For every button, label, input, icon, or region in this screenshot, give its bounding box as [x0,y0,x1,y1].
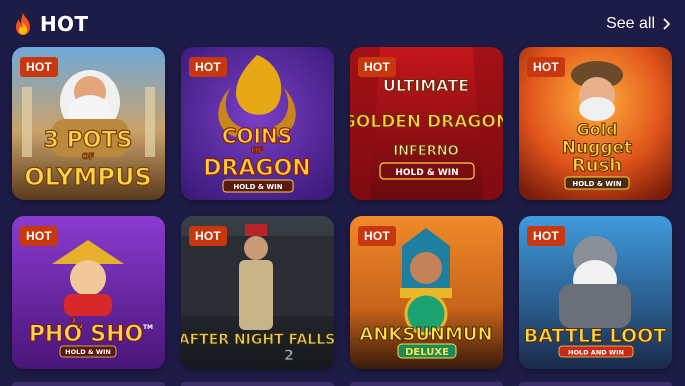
svg-text:DRAGON: DRAGON [203,156,310,181]
hot-badge: HOT [20,226,58,246]
game-title: PHỞ SHO TM [28,319,153,348]
fire-icon [16,13,30,35]
svg-text:Rush: Rush [572,155,622,176]
game-card-3-pots-of-olympus[interactable]: 3 POTS OF OLYMPUS HOT [12,47,165,200]
partial-card [350,382,503,386]
game-card-battle-loot[interactable]: BATTLE LOOT HOLD AND WIN HOT [519,216,672,369]
svg-text:GOLDEN DRAGON: GOLDEN DRAGON [350,112,503,132]
game-tag: HOLD & WIN [233,183,282,191]
svg-text:2: 2 [284,348,294,364]
game-card-pho-sho[interactable]: PHỞ SHO TM HOLD & WIN HOT [12,216,165,369]
game-card-coins-of-dragon[interactable]: COINS OF DRAGON HOLD & WIN HOT [181,47,334,200]
partial-card [12,382,165,386]
svg-text:3 POTS: 3 POTS [44,128,133,153]
svg-text:COINS: COINS [222,124,292,148]
svg-text:AFTER NIGHT FALLS: AFTER NIGHT FALLS [181,332,334,348]
hot-badge: HOT [527,226,565,246]
see-all-link[interactable]: See all [606,15,671,33]
svg-text:BATTLE LOOT: BATTLE LOOT [524,325,667,347]
game-title: BATTLE LOOT [523,325,667,348]
game-card-ultimate-golden-dragon-inferno[interactable]: ULTIMATE GOLDEN DRAGON INFERNO HOLD & WI… [350,47,503,200]
chevron-right-icon [663,18,670,30]
svg-text:OLYMPUS: OLYMPUS [24,163,152,191]
game-title: ANKSUNMUN [359,324,493,346]
game-card-gold-nugget-rush[interactable]: Gold Nugget Rush HOLD & WIN HOT [519,47,672,200]
partial-card [181,382,334,386]
svg-text:OF: OF [82,152,94,161]
hot-badge: HOT [527,57,565,77]
game-grid: 3 POTS OF OLYMPUS HOT COINS OF DRAGON HO… [12,47,672,369]
hot-badge: HOT [358,226,396,246]
svg-text:INFERNO: INFERNO [393,144,458,159]
hot-badge: HOT [189,226,227,246]
svg-text:TM: TM [143,324,153,331]
hot-badge: HOT [358,57,396,77]
section-title: HOT [40,12,89,36]
section-title-group: HOT [12,12,88,36]
section-header: HOT See all [12,8,671,40]
svg-text:Gold: Gold [576,120,617,139]
hot-badge: HOT [189,57,227,77]
game-tag: HOLD & WIN [65,348,111,356]
game-subtitle: DELUXE [405,347,449,358]
svg-text:ANKSUNMUN: ANKSUNMUN [359,324,492,345]
next-row-preview [12,382,672,386]
game-tag: HOLD & WIN [572,180,621,188]
svg-text:PHỞ SHO: PHỞ SHO [29,319,143,347]
game-card-anksunmun-deluxe[interactable]: ANKSUNMUN DELUXE HOT [350,216,503,369]
partial-card [519,382,672,386]
svg-text:OF: OF [251,146,263,155]
game-tag: HOLD & WIN [395,168,458,178]
svg-text:ULTIMATE: ULTIMATE [383,76,469,95]
see-all-label: See all [606,15,655,32]
game-tag: HOLD AND WIN [568,349,624,357]
hot-badge: HOT [20,57,58,77]
game-card-after-night-falls[interactable]: AFTER NIGHT FALLS 2 HOT [181,216,334,369]
